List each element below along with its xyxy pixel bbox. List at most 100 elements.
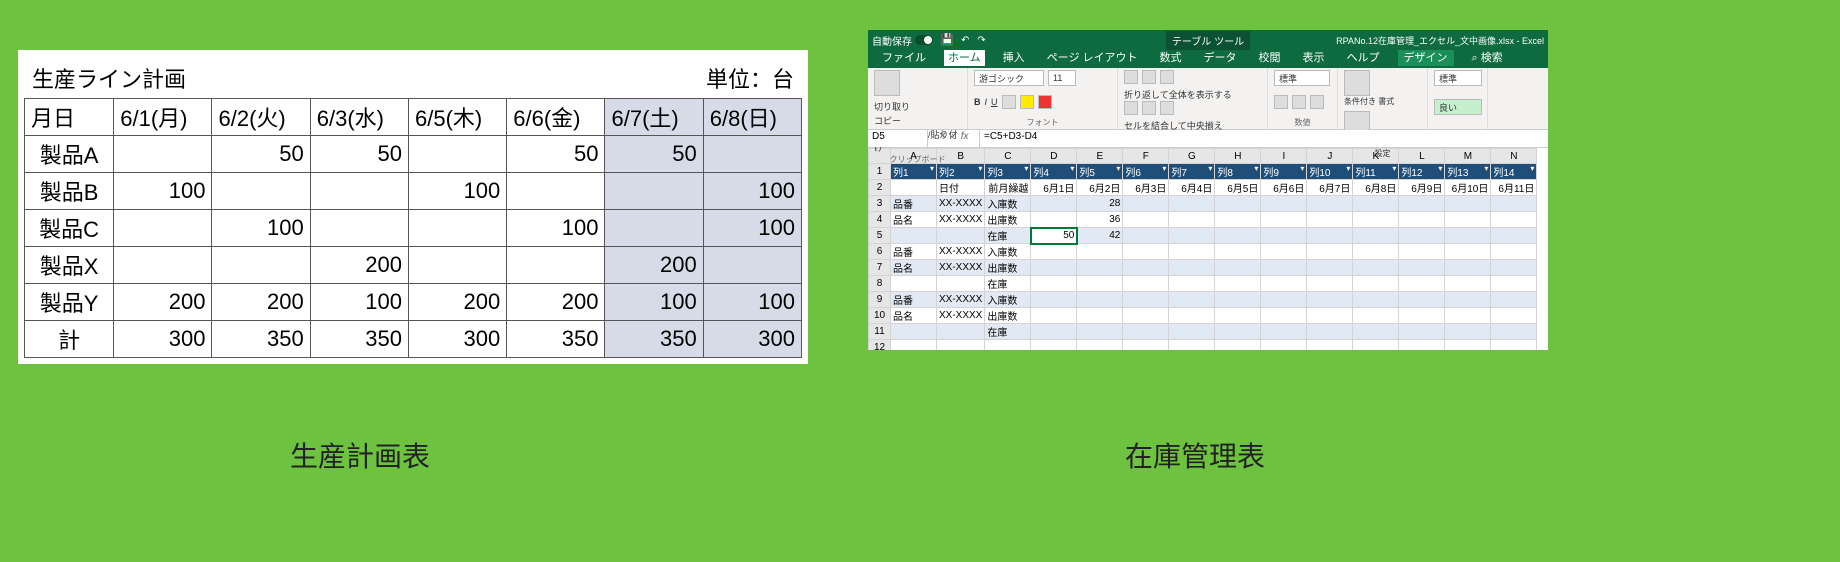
cell[interactable] xyxy=(1307,324,1353,340)
ribbon-tab[interactable]: ホーム xyxy=(944,48,985,66)
plan-cell[interactable] xyxy=(605,210,703,247)
cell[interactable] xyxy=(1399,228,1445,244)
cell[interactable]: 前月繰越 xyxy=(985,180,1031,196)
cell[interactable] xyxy=(1491,260,1537,276)
cell[interactable] xyxy=(891,340,937,351)
col-header[interactable]: F xyxy=(1123,149,1169,164)
fx-cancel-icon[interactable]: ✕ xyxy=(938,131,946,142)
copy-label[interactable]: コピー xyxy=(874,114,961,127)
cell[interactable]: 6月4日 xyxy=(1169,180,1215,196)
cell[interactable]: XX-XXXX xyxy=(937,292,985,308)
cell[interactable] xyxy=(1215,196,1261,212)
cell[interactable]: 6月9日 xyxy=(1399,180,1445,196)
plan-cell[interactable]: 100 xyxy=(703,284,801,321)
plan-cell[interactable] xyxy=(408,247,506,284)
ribbon-tab[interactable]: データ xyxy=(1200,48,1241,66)
col-header[interactable]: N xyxy=(1491,149,1537,164)
plan-cell[interactable]: 100 xyxy=(507,210,605,247)
row-header[interactable]: 11 xyxy=(869,324,891,340)
plan-cell[interactable] xyxy=(408,136,506,173)
cell[interactable] xyxy=(1215,292,1261,308)
cell[interactable] xyxy=(937,340,985,351)
col-header[interactable]: G xyxy=(1169,149,1215,164)
cell[interactable]: 出庫数 xyxy=(985,212,1031,228)
align-mid-icon[interactable] xyxy=(1142,70,1156,84)
cell[interactable] xyxy=(1123,340,1169,351)
cell[interactable] xyxy=(1031,244,1077,260)
cell[interactable] xyxy=(1353,340,1399,351)
row-header[interactable]: 5 xyxy=(869,228,891,244)
cell[interactable] xyxy=(1445,228,1491,244)
table-header-cell[interactable]: 列11 xyxy=(1353,164,1399,180)
cell[interactable] xyxy=(1261,308,1307,324)
cell[interactable] xyxy=(1307,228,1353,244)
plan-cell[interactable]: 100 xyxy=(114,173,212,210)
autosave-toggle[interactable]: 自動保存 xyxy=(872,33,933,48)
table-header-cell[interactable]: 列13 xyxy=(1445,164,1491,180)
table-header-cell[interactable]: 列3 xyxy=(985,164,1031,180)
cell[interactable] xyxy=(1031,292,1077,308)
cell[interactable]: XX-XXXX xyxy=(937,212,985,228)
cell[interactable] xyxy=(891,180,937,196)
row-header[interactable]: 9 xyxy=(869,292,891,308)
cell[interactable] xyxy=(1307,260,1353,276)
cell[interactable] xyxy=(1353,260,1399,276)
row-header[interactable]: 3 xyxy=(869,196,891,212)
cell[interactable]: 日付 xyxy=(937,180,985,196)
plan-cell[interactable] xyxy=(212,247,310,284)
cell[interactable] xyxy=(1353,292,1399,308)
table-header-cell[interactable]: 列14 xyxy=(1491,164,1537,180)
cell[interactable] xyxy=(1031,276,1077,292)
cell[interactable]: 6月3日 xyxy=(1123,180,1169,196)
cell[interactable] xyxy=(1031,308,1077,324)
cell[interactable] xyxy=(1169,292,1215,308)
cell[interactable] xyxy=(1353,244,1399,260)
cell[interactable] xyxy=(1215,324,1261,340)
cell[interactable] xyxy=(891,228,937,244)
plan-cell[interactable]: 100 xyxy=(605,284,703,321)
plan-cell[interactable]: 350 xyxy=(310,321,408,358)
table-header-cell[interactable]: 列10 xyxy=(1307,164,1353,180)
ribbon-tab[interactable]: ページ レイアウト xyxy=(1043,48,1142,66)
cell[interactable] xyxy=(1445,196,1491,212)
align-top-icon[interactable] xyxy=(1124,70,1138,84)
cell[interactable]: 在庫 xyxy=(985,228,1031,244)
cell[interactable] xyxy=(1169,244,1215,260)
cell[interactable] xyxy=(1491,292,1537,308)
cell[interactable] xyxy=(1077,308,1123,324)
redo-icon[interactable]: ↷ xyxy=(977,35,985,46)
cell[interactable] xyxy=(1491,308,1537,324)
cell[interactable] xyxy=(1123,276,1169,292)
cell[interactable] xyxy=(1169,212,1215,228)
align-center-icon[interactable] xyxy=(1142,101,1156,115)
align-left-icon[interactable] xyxy=(1124,101,1138,115)
name-box[interactable]: D5 xyxy=(868,130,928,147)
cell[interactable]: 6月5日 xyxy=(1215,180,1261,196)
cell[interactable] xyxy=(1123,244,1169,260)
cell[interactable] xyxy=(1215,244,1261,260)
plan-cell[interactable] xyxy=(114,247,212,284)
cell[interactable] xyxy=(1169,340,1215,351)
cell[interactable]: XX-XXXX xyxy=(937,260,985,276)
cell[interactable]: XX-XXXX xyxy=(937,196,985,212)
row-header[interactable]: 12 xyxy=(869,340,891,351)
cell[interactable]: 品番 xyxy=(891,196,937,212)
cond-format-icon[interactable] xyxy=(1344,70,1370,96)
col-header[interactable]: D xyxy=(1031,149,1077,164)
cell[interactable]: 28 xyxy=(1077,196,1123,212)
cell[interactable] xyxy=(1353,196,1399,212)
plan-cell[interactable]: 350 xyxy=(605,321,703,358)
cell[interactable] xyxy=(1215,260,1261,276)
border-icon[interactable] xyxy=(1002,95,1016,109)
table-header-cell[interactable]: 列6 xyxy=(1123,164,1169,180)
plan-cell[interactable]: 300 xyxy=(408,321,506,358)
cell[interactable]: 出庫数 xyxy=(985,308,1031,324)
save-icon[interactable]: 💾 xyxy=(941,34,953,46)
cell[interactable] xyxy=(1261,292,1307,308)
cell[interactable] xyxy=(1353,212,1399,228)
cell[interactable]: 6月6日 xyxy=(1261,180,1307,196)
cell[interactable] xyxy=(1399,212,1445,228)
formula-input[interactable]: =C5+D3-D4 xyxy=(980,130,1548,147)
cell[interactable] xyxy=(1307,196,1353,212)
cell[interactable]: 42 xyxy=(1077,228,1123,244)
